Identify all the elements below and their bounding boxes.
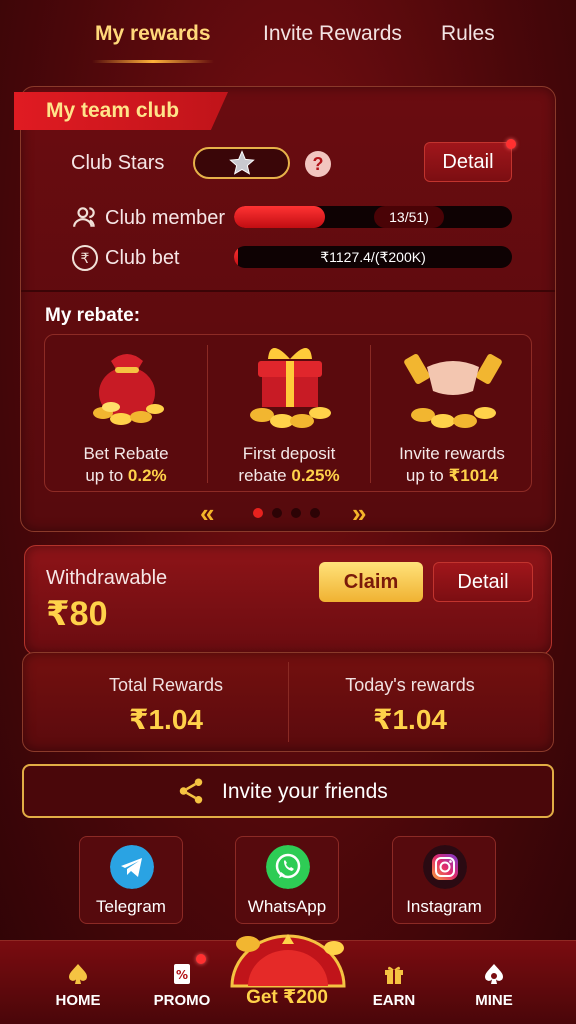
- telegram-icon: [110, 845, 154, 889]
- handshake-icon: [404, 353, 502, 428]
- claim-button[interactable]: Claim: [319, 562, 423, 602]
- pager-dot[interactable]: [310, 508, 320, 518]
- club-bet-label: Club bet: [105, 247, 180, 269]
- nav-label: EARN: [372, 992, 416, 1009]
- carousel-prev-icon[interactable]: «: [200, 498, 214, 529]
- tab-invite-rewards[interactable]: Invite Rewards: [263, 22, 402, 46]
- rebate-item-invite[interactable]: Invite rewards up to ₹1014: [371, 335, 533, 493]
- notification-dot: [506, 139, 516, 149]
- star-icon: [228, 150, 255, 175]
- promo-ticket-icon: %: [174, 964, 190, 984]
- withdrawable-label: Withdrawable: [46, 567, 168, 589]
- team-club-title: My team club: [14, 92, 228, 130]
- club-bet-progress-text: ₹1127.4/(₹200K): [320, 249, 426, 265]
- gift-box-icon: [250, 348, 331, 428]
- profile-icon: [485, 964, 503, 984]
- withdraw-detail-button[interactable]: Detail: [433, 562, 533, 602]
- rebate-item-prefix: rebate: [238, 466, 292, 485]
- rebate-title: My rebate:: [45, 305, 141, 326]
- social-label: WhatsApp: [247, 897, 327, 916]
- club-member-progress-text: 13/51): [374, 206, 444, 228]
- pager-dot[interactable]: [253, 508, 263, 518]
- share-icon: [179, 778, 203, 804]
- club-member-progress: 13/51): [234, 206, 512, 228]
- active-tab-indicator: [92, 60, 214, 63]
- nav-label: HOME: [55, 992, 101, 1009]
- notification-dot: [196, 954, 206, 964]
- rebate-carousel[interactable]: Bet Rebate up to 0.2% First deposit reba…: [44, 334, 532, 492]
- club-stars-label: Club Stars: [71, 152, 165, 174]
- tab-my-rewards[interactable]: My rewards: [95, 22, 211, 46]
- club-member-label: Club member: [105, 207, 226, 229]
- invite-friends-label: Invite your friends: [222, 780, 388, 803]
- help-icon[interactable]: ?: [305, 151, 331, 177]
- rewards-divider: [288, 662, 289, 742]
- todays-rewards-value: ₹1.04: [373, 704, 447, 735]
- pager-dot[interactable]: [291, 508, 301, 518]
- rebate-item-prefix: up to: [405, 466, 449, 485]
- social-label: Instagram: [406, 897, 482, 916]
- total-rewards-label: Total Rewards: [108, 675, 224, 695]
- rebate-item-line1: Bet Rebate: [83, 444, 169, 463]
- nav-label: MINE: [475, 992, 513, 1009]
- spade-icon: [69, 964, 87, 984]
- rebate-item-line1: First deposit: [242, 444, 336, 463]
- share-whatsapp-button[interactable]: WhatsApp: [235, 836, 339, 924]
- club-member-progress-fill: [234, 206, 325, 228]
- top-tabs: My rewards Invite Rewards Rules: [0, 0, 576, 70]
- get-bonus-label: Get ₹200: [246, 987, 328, 1008]
- share-instagram-button[interactable]: Instagram: [392, 836, 496, 924]
- share-telegram-button[interactable]: Telegram: [79, 836, 183, 924]
- rebate-item-first-deposit[interactable]: First deposit rebate 0.25%: [208, 335, 370, 493]
- svg-text:%: %: [176, 968, 188, 982]
- rebate-item-prefix: up to: [85, 466, 128, 485]
- nav-label: PROMO: [153, 992, 211, 1009]
- tab-rules[interactable]: Rules: [441, 22, 495, 46]
- coin-bag-icon: [93, 354, 164, 425]
- todays-rewards-label: Today's rewards: [345, 675, 475, 695]
- bonus-wheel-icon: [230, 934, 346, 988]
- rebate-item-value: 0.25%: [291, 466, 340, 485]
- rebate-item-line1: Invite rewards: [399, 444, 505, 463]
- pager-dot[interactable]: [272, 508, 282, 518]
- whatsapp-icon: [266, 845, 310, 889]
- section-divider: [21, 290, 555, 292]
- club-detail-button[interactable]: Detail: [424, 142, 512, 182]
- gift-icon: [385, 966, 403, 984]
- instagram-icon: [423, 845, 467, 889]
- social-label: Telegram: [96, 897, 166, 916]
- carousel-next-icon[interactable]: »: [352, 498, 366, 529]
- total-rewards-value: ₹1.04: [129, 704, 203, 735]
- club-stars-badge: [193, 147, 290, 179]
- withdrawable-amount: ₹80: [46, 595, 108, 633]
- club-bet-progress: ₹1127.4/(₹200K): [234, 246, 512, 268]
- user-group-icon: [73, 207, 95, 227]
- rebate-item-value: 0.2%: [127, 466, 167, 485]
- rebate-item-bet[interactable]: Bet Rebate up to 0.2%: [45, 335, 207, 493]
- rebate-item-value: ₹1014: [448, 466, 499, 485]
- rupee-icon: ₹: [72, 245, 98, 271]
